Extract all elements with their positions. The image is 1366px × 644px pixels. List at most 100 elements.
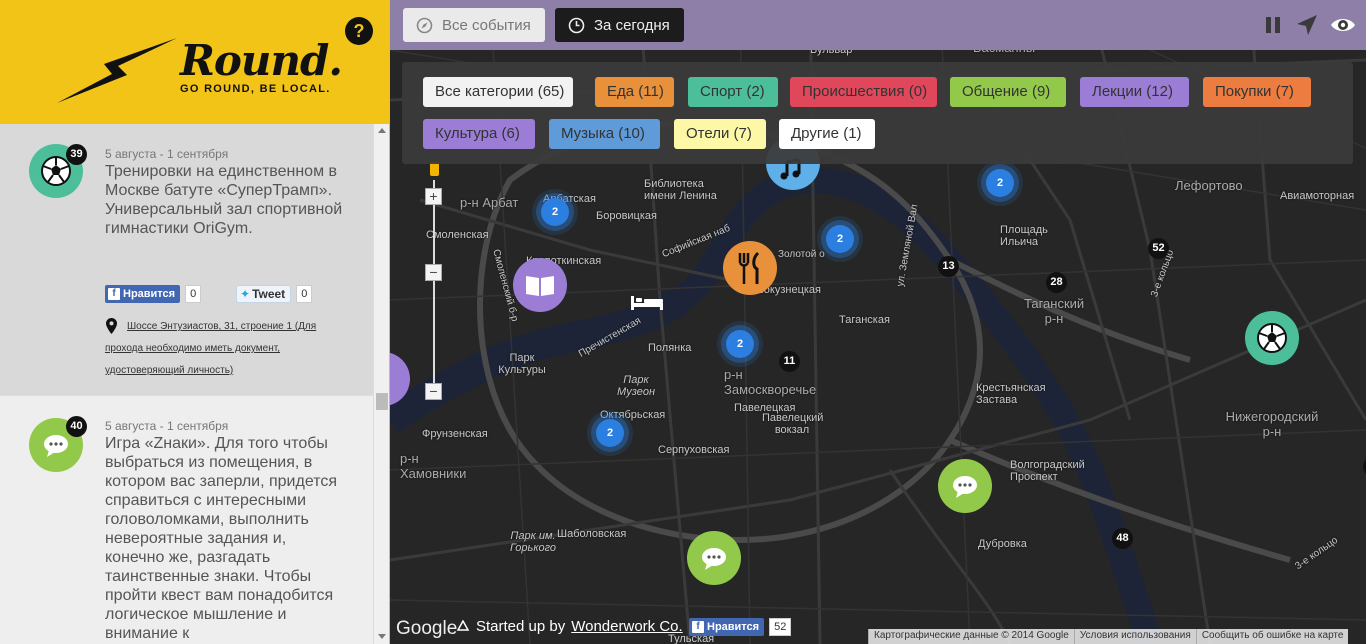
fork-knife-icon [738,251,760,284]
company-link[interactable]: Wonderwork Co. [571,618,682,635]
event-card[interactable]: 39 5 августа - 1 сентября Тренировки на … [0,124,373,396]
google-logo: Google [396,618,458,639]
today-label: За сегодня [594,16,670,34]
event-cluster[interactable]: 2 [596,419,624,447]
zoom-track [433,180,435,395]
category-filter-button[interactable]: Лекции (12) [1080,77,1189,107]
map-label-paveletsky-vokzal: Павелецкий вокзал [762,412,824,436]
social-marker[interactable] [687,531,741,585]
sport-marker[interactable] [1245,311,1299,365]
tweet-button[interactable]: ✦ Tweet [236,285,292,303]
zoom-out-button[interactable]: − [425,383,442,400]
category-filter-button[interactable]: Происшествия (0) [790,77,937,107]
zoom-out-mid-button[interactable]: − [425,264,442,281]
eye-icon[interactable] [1330,14,1356,36]
report-error-link[interactable]: Сообщить об ошибке на карте [1195,629,1349,644]
logo[interactable]: Round. [180,36,343,85]
event-count-badge: 39 [66,144,87,165]
sidebar-scrollbar[interactable] [373,124,389,644]
event-cluster[interactable]: 2 [826,225,854,253]
food-marker[interactable] [723,241,777,295]
map-label-polyanka: Полянка [648,342,692,354]
terms-link[interactable]: Условия использования [1073,629,1196,644]
category-filter-button[interactable]: Спорт (2) [688,77,778,107]
event-title[interactable]: Игра «Zнаки». Для того чтобы выбраться и… [105,434,345,643]
map-label-zamoskvorechye: р-н Замоскворечье [724,367,817,397]
location-arrow-icon[interactable] [1296,14,1318,36]
event-date: 5 августа - 1 сентября [105,147,229,161]
marker-count-badge: 13 [938,256,959,277]
map-attribution: Картографические данные © 2014 Google Ус… [868,629,1349,644]
marker-count-badge: 28 [1046,272,1067,293]
category-filter-button[interactable]: Отели (7) [674,119,766,149]
facebook-like-label: Нравится [123,288,176,300]
marker-count-badge: 48 [1112,528,1133,549]
hotel-marker[interactable] [620,274,674,328]
map-label-dubrovka: Дубровка [978,538,1027,550]
category-filter-button[interactable]: Покупки (7) [1203,77,1311,107]
chat-bubble-icon [702,548,726,570]
category-filter-button[interactable]: Культура (6) [423,119,535,149]
facebook-icon: f [108,288,120,300]
help-button[interactable]: ? [345,17,373,45]
event-cluster[interactable]: 2 [726,330,754,358]
map-label-biblioteka: Библиотека имени Ленина [644,178,717,202]
zoom-in-button[interactable]: + [425,188,442,205]
compass-icon [416,17,433,33]
facebook-icon: f [692,621,704,633]
today-button[interactable]: За сегодня [555,8,684,42]
facebook-like-count: 52 [769,618,792,636]
map-label-serpukhovskaya: Серпуховская [658,444,730,456]
map-label-lefortovo: Лефортово [1175,178,1243,193]
map-label-zolotoy: Золотой о [778,249,825,260]
marker-count-badge: 52 [1148,238,1169,259]
event-title[interactable]: Тренировки на единственном в Москве бату… [105,162,345,238]
map-label-park-muzeon: Парк Музеон [616,374,656,398]
pause-icon[interactable] [1264,16,1282,34]
facebook-like-count: 0 [185,285,202,303]
sidebar: Round. GO ROUND, BE LOCAL. ? 39 5 август… [0,0,390,644]
map-label-nizhegorodsky: Нижегородский р-н [1225,409,1319,439]
map-label-khamovniki: р-н Хамовники [400,451,467,481]
started-up-by-text: Started up by [476,618,566,635]
all-events-button[interactable]: Все события [403,8,545,42]
event-card[interactable]: 40 5 августа - 1 сентября Игра «Zнаки». … [0,396,373,644]
zoom-slider[interactable]: + − − [425,160,443,405]
event-count-badge: 40 [66,416,87,437]
top-bar: Все события За сегодня [390,0,1366,50]
category-filter-button[interactable]: Общение (9) [950,77,1066,107]
category-filter-button[interactable]: Другие (1) [779,119,875,149]
map-data-credit: Картографические данные © 2014 Google [868,629,1074,644]
social-marker[interactable] [938,459,992,513]
category-filter-button[interactable]: Все категории (65) [423,77,573,107]
book-icon [526,276,554,296]
facebook-like-button[interactable]: f Нравится [105,285,181,303]
map-label-tulskaya: Тульская [668,633,715,644]
soccer-ball-icon [1257,323,1287,353]
map-label-park-kultury: Парк Культуры [498,352,546,376]
bed-icon [631,296,663,310]
scroll-down-arrow-icon[interactable] [378,634,386,639]
map-label-taganskaya: Таганская [839,314,890,326]
scroll-up-arrow-icon[interactable] [378,128,386,133]
event-list: 39 5 августа - 1 сентября Тренировки на … [0,124,373,644]
event-cluster[interactable]: 2 [541,198,569,226]
all-events-label: Все события [442,16,531,34]
lecture-marker[interactable] [513,258,567,312]
map-label-krestyanskaya: Крестьянская Застава [976,382,1046,406]
map-label-borovitskaya: Боровицкая [596,210,657,222]
event-cluster[interactable]: 2 [986,169,1014,197]
map-label-volgogradsky: Волгоградский Проспект [1010,459,1085,483]
facebook-like: f Нравится 0 [105,285,202,303]
marker-count-badge: 11 [779,351,800,372]
category-filter-button[interactable]: Музыка (10) [549,119,660,149]
logo-tagline: GO ROUND, BE LOCAL. [180,83,331,95]
clock-icon [568,17,585,33]
map-label-arbat: р-н Арбат [460,195,519,210]
event-address-link[interactable]: Шоссе Энтузиастов, 31, строение 1 (Для п… [105,316,340,382]
scrollbar-thumb[interactable] [376,393,388,410]
map-label-park-gorkogo: Парк им. Горького [509,530,557,554]
category-filter-button[interactable]: Еда (11) [595,77,674,107]
recycle-icon [456,619,470,631]
category-filter-panel: Все категории (65) Еда (11) Спорт (2) Проис… [402,62,1353,164]
